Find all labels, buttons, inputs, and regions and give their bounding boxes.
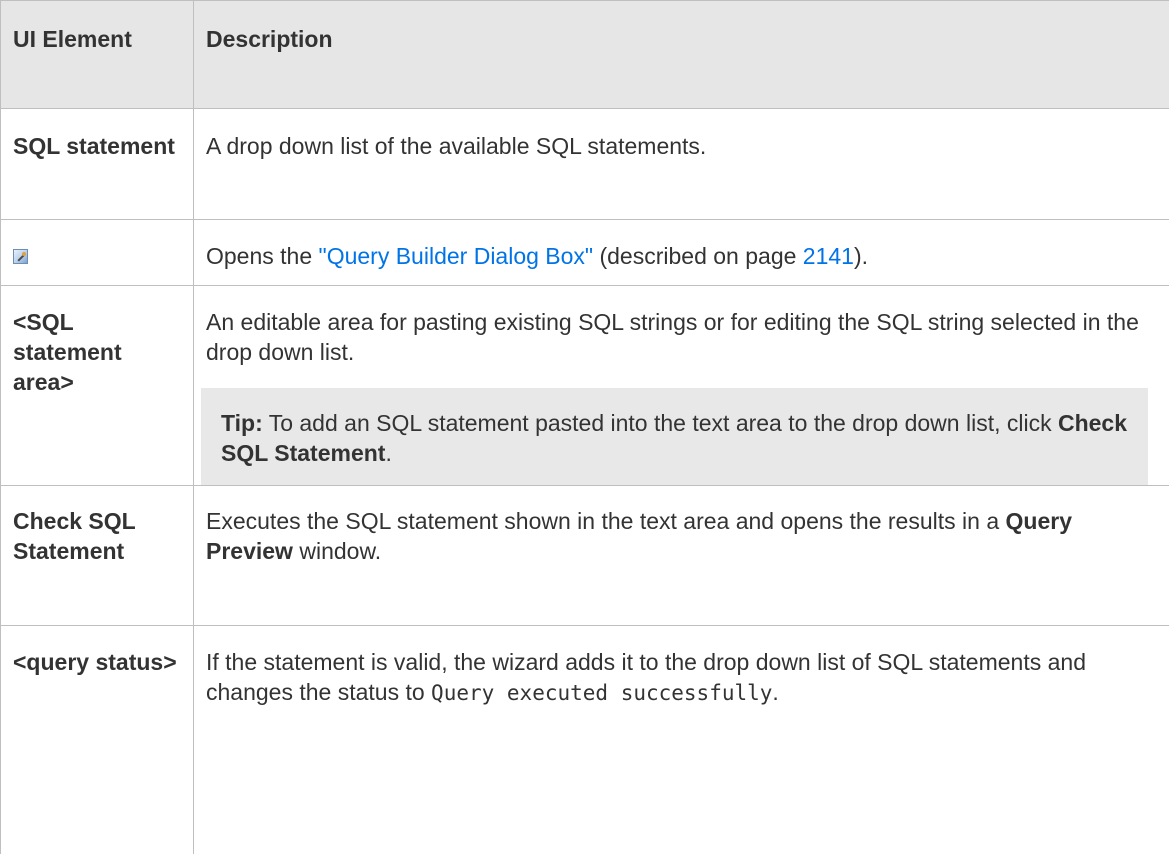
header-ui-element: UI Element xyxy=(1,1,194,109)
query-builder-icon xyxy=(13,249,28,264)
ui-element-table: UI Element Description SQL statement A d… xyxy=(0,0,1169,854)
row-label-icon-cell xyxy=(1,220,194,286)
table-header-row: UI Element Description xyxy=(1,1,1169,109)
row-description: Opens the "Query Builder Dialog Box" (de… xyxy=(194,220,1169,286)
table-row: Opens the "Query Builder Dialog Box" (de… xyxy=(1,220,1169,286)
desc-text: Executes the SQL statement shown in the … xyxy=(206,508,1006,534)
table-row: SQL statement A drop down list of the av… xyxy=(1,109,1169,220)
row-description: If the statement is valid, the wizard ad… xyxy=(194,626,1169,854)
tip-label: Tip: xyxy=(221,410,263,436)
desc-text: window. xyxy=(293,538,381,564)
desc-text: An editable area for pasting existing SQ… xyxy=(206,307,1158,367)
desc-text: (described on page xyxy=(593,243,803,269)
row-label-sql-statement-area: <SQL statement area> xyxy=(1,286,194,486)
desc-text: ). xyxy=(854,243,868,269)
row-description: Executes the SQL statement shown in the … xyxy=(194,486,1169,626)
page-link[interactable]: 2141 xyxy=(803,243,854,269)
query-builder-dialog-link[interactable]: "Query Builder Dialog Box" xyxy=(319,243,594,269)
table-row: Check SQL Statement Executes the SQL sta… xyxy=(1,486,1169,626)
desc-text: . xyxy=(772,679,778,705)
row-description: A drop down list of the available SQL st… xyxy=(194,109,1169,220)
table-row: <query status> If the statement is valid… xyxy=(1,626,1169,854)
tip-text: To add an SQL statement pasted into the … xyxy=(263,410,1058,436)
desc-text: Opens the xyxy=(206,243,319,269)
status-code-text: Query executed successfully xyxy=(431,681,772,705)
row-description: An editable area for pasting existing SQ… xyxy=(194,286,1169,486)
tip-end: . xyxy=(385,440,391,466)
header-description: Description xyxy=(194,1,1169,109)
row-label-query-status: <query status> xyxy=(1,626,194,854)
row-label-sql-statement: SQL statement xyxy=(1,109,194,220)
row-label-check-sql-statement: Check SQL Statement xyxy=(1,486,194,626)
tip-box: Tip: To add an SQL statement pasted into… xyxy=(201,388,1148,485)
table-row: <SQL statement area> An editable area fo… xyxy=(1,286,1169,486)
